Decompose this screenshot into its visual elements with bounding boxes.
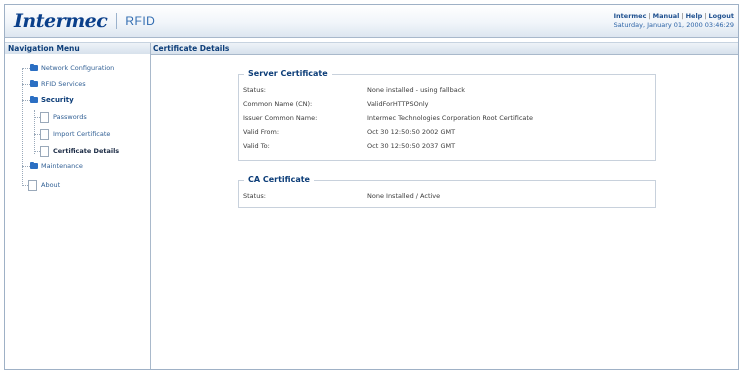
page-icon — [28, 179, 37, 191]
sidebar-item-label: Security — [41, 96, 74, 104]
field-value: ValidForHTTPSOnly — [367, 99, 429, 108]
sidebar-item-maintenance[interactable]: Maintenance — [30, 161, 83, 171]
sidebar-item-certificate-details[interactable]: Certificate Details — [40, 145, 119, 157]
sidebar-item-label: Passwords — [53, 113, 87, 121]
field-value: None Installed / Active — [367, 191, 441, 200]
folder-icon — [30, 162, 38, 169]
sidebar-item-about[interactable]: About — [28, 179, 60, 191]
header-bar: Intermec RFID Intermec | Manual | Help | Logou… — [5, 5, 738, 38]
sidebar-item-label: Maintenance — [41, 162, 83, 170]
sidebar-item-passwords[interactable]: Passwords — [40, 111, 87, 123]
field-value: Oct 30 12:50:50 2002 GMT — [367, 127, 456, 136]
server-common-name-row: Common Name (CN): ValidForHTTPSOnly — [243, 98, 428, 109]
link-separator: | — [704, 12, 707, 20]
folder-open-icon — [30, 96, 38, 103]
link-intermec[interactable]: Intermec — [614, 12, 647, 20]
page-icon — [40, 128, 49, 140]
sidebar-item-label: About — [41, 181, 61, 189]
server-valid-from-row: Valid From: Oct 30 12:50:50 2002 GMT — [243, 126, 455, 137]
sidebar-item-import-certificate[interactable]: Import Certificate — [40, 128, 110, 140]
server-valid-to-row: Valid To: Oct 30 12:50:50 2037 GMT — [243, 140, 455, 151]
server-issuer-row: Issuer Common Name: Intermec Technologie… — [243, 112, 533, 123]
field-label: Issuer Common Name: — [243, 113, 318, 122]
sidebar-item-security[interactable]: Security — [30, 95, 74, 105]
link-logout[interactable]: Logout — [709, 12, 734, 20]
sidebar-item-label: Network Configuration — [41, 64, 115, 72]
server-status-row: Status: None installed - using fallback — [243, 84, 465, 95]
link-separator: | — [648, 12, 651, 20]
field-value: Oct 30 12:50:50 2037 GMT — [367, 141, 456, 150]
tree-connector — [22, 68, 30, 69]
server-certificate-title: Server Certificate — [244, 69, 332, 78]
browser-frame: Intermec RFID Intermec | Manual | Help | Logou… — [4, 4, 739, 370]
page-title: Certificate Details — [153, 44, 230, 53]
current-datetime: Saturday, January 01, 2000 03:46:29 — [613, 21, 734, 29]
field-label: Valid From: — [243, 127, 280, 136]
sidebar-item-label: Certificate Details — [53, 147, 120, 155]
sidebar-item-rfid-services[interactable]: RFID Services — [30, 79, 86, 89]
field-label: Common Name (CN): — [243, 99, 313, 108]
tree-connector — [22, 100, 30, 101]
intermec-logo: Intermec RFID — [14, 10, 155, 32]
sidebar-item-label: Import Certificate — [53, 130, 111, 138]
field-label: Status: — [243, 85, 266, 94]
link-manual[interactable]: Manual — [653, 12, 680, 20]
tree-connector — [22, 68, 23, 186]
folder-icon — [30, 64, 38, 71]
logo-divider — [116, 13, 118, 29]
ca-status-row: Status: None Installed / Active — [243, 190, 440, 201]
navigation-menu-title: Navigation Menu — [8, 43, 151, 54]
field-value: Intermec Technologies Corporation Root C… — [367, 113, 533, 122]
link-help[interactable]: Help — [686, 12, 703, 20]
link-separator: | — [681, 12, 684, 20]
navigation-tree: Network Configuration RFID Services Secu… — [5, 54, 150, 369]
top-links: Intermec | Manual | Help | Logout — [614, 12, 734, 21]
field-label: Status: — [243, 191, 266, 200]
logo-wordmark: Intermec — [14, 10, 108, 32]
page-icon — [40, 145, 49, 157]
field-value: None installed - using fallback — [367, 85, 466, 94]
folder-icon — [30, 80, 38, 87]
tree-connector — [22, 84, 30, 85]
logo-rfid-label: RFID — [125, 14, 156, 28]
page-icon — [40, 111, 49, 123]
sidebar-item-label: RFID Services — [41, 80, 86, 88]
field-label: Valid To: — [243, 141, 270, 150]
sidebar-item-network-configuration[interactable]: Network Configuration — [30, 63, 114, 73]
top-links-area: Intermec | Manual | Help | Logout Saturday, Ja… — [614, 12, 734, 30]
tree-connector — [22, 166, 30, 167]
ca-certificate-title: CA Certificate — [244, 175, 314, 184]
navigation-sidebar: Network Configuration RFID Services Secu… — [5, 54, 151, 369]
